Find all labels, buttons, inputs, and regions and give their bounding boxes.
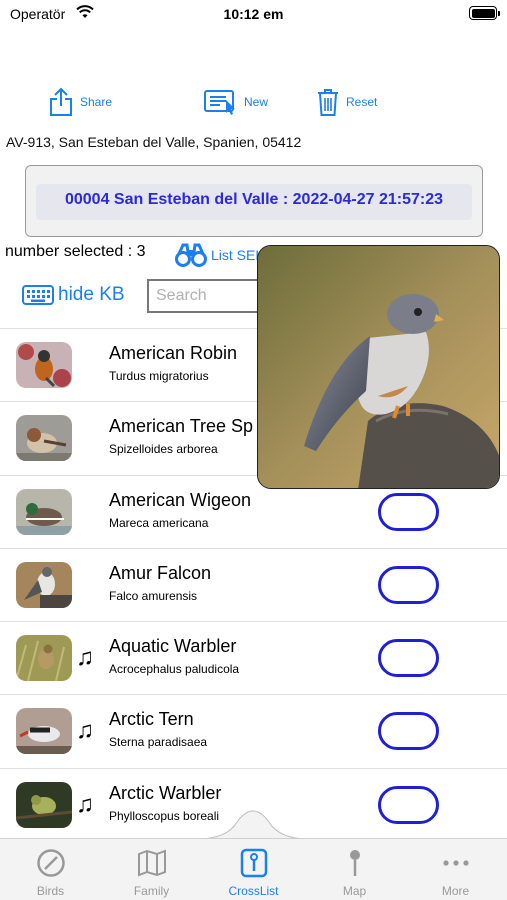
battery-icon — [469, 6, 500, 20]
tab-label: More — [441, 884, 470, 898]
scientific-name: Mareca americana — [109, 515, 209, 530]
map-book-icon — [138, 849, 166, 877]
common-name: American Wigeon — [109, 489, 252, 510]
compass-icon — [37, 849, 65, 877]
common-name: Amur Falcon — [109, 562, 212, 583]
scientific-name: Turdus migratorius — [109, 369, 209, 383]
common-name: Arctic Tern — [109, 709, 194, 730]
tab-label: Family — [133, 884, 170, 898]
share-label: Share — [80, 95, 113, 109]
new-button[interactable]: New — [204, 86, 268, 118]
bird-photo-popup[interactable] — [257, 245, 500, 489]
scientific-name: Falco amurensis — [109, 588, 198, 603]
bird-thumbnail — [16, 561, 72, 608]
bird-thumbnail — [16, 635, 72, 682]
hide-keyboard-button[interactable]: hide KB — [22, 284, 125, 306]
list-item[interactable]: ♫ Aquatic Warbler Acrocephalus paludicol… — [0, 621, 507, 694]
list-selected-button[interactable]: List SEL — [175, 243, 263, 267]
tab-label: Map — [342, 884, 367, 898]
select-toggle[interactable] — [378, 712, 439, 751]
sound-icon[interactable]: ♫ — [76, 646, 94, 670]
location-address: AV-913, San Esteban del Valle, Spanien, … — [6, 134, 302, 150]
keyboard-icon — [22, 285, 54, 305]
scientific-name: Spizelloides arborea — [109, 442, 218, 457]
list-selected-label: List SEL — [211, 247, 264, 263]
clock: 10:12 em — [223, 6, 284, 22]
list-item[interactable]: ♫ Arctic Tern Sterna paradisaea — [0, 694, 507, 767]
tab-label: Birds — [36, 884, 65, 898]
select-toggle[interactable] — [378, 785, 439, 824]
bird-thumbnail — [16, 781, 72, 828]
bird-thumbnail — [16, 342, 72, 388]
tab-label: CrossList — [228, 884, 279, 898]
tab-map[interactable]: Map — [304, 838, 405, 900]
crosslist-icon — [240, 848, 268, 878]
tab-more[interactable]: More — [405, 838, 506, 900]
tab-birds[interactable]: Birds — [0, 838, 101, 900]
reset-label: Reset — [346, 95, 378, 109]
share-icon — [50, 87, 72, 116]
list-item[interactable]: Amur Falcon Falco amurensis — [0, 547, 507, 621]
bird-thumbnail — [16, 708, 72, 755]
tab-crosslist[interactable]: CrossList — [203, 838, 304, 900]
pin-icon — [350, 850, 360, 876]
common-name: Aquatic Warbler — [109, 636, 237, 657]
sound-icon[interactable]: ♫ — [76, 719, 94, 743]
select-toggle[interactable] — [378, 639, 439, 678]
session-title: 00004 San Esteban del Valle : 2022-04-27… — [64, 191, 443, 208]
bird-thumbnail — [16, 415, 72, 462]
selected-count: number selected : 3 — [5, 243, 146, 260]
select-toggle[interactable] — [378, 492, 439, 531]
session-header[interactable]: 00004 San Esteban del Valle : 2022-04-27… — [25, 165, 483, 237]
new-note-icon — [204, 90, 235, 115]
common-name: American Robin — [109, 343, 238, 363]
reset-button[interactable]: Reset — [316, 86, 377, 118]
select-toggle[interactable] — [378, 565, 439, 604]
tab-family[interactable]: Family — [101, 838, 202, 900]
bird-thumbnail — [16, 488, 72, 535]
scientific-name: Acrocephalus paludicola — [109, 662, 240, 677]
hide-keyboard-label: hide KB — [58, 284, 125, 305]
share-button[interactable]: Share — [48, 86, 112, 118]
more-icon — [443, 860, 469, 866]
sound-icon[interactable]: ♫ — [76, 792, 94, 817]
common-name: American Tree Sp — [109, 416, 254, 437]
new-label: New — [244, 95, 269, 109]
trash-icon — [318, 89, 338, 116]
status-bar: Operatör 10:12 em — [0, 0, 507, 30]
binoculars-icon — [175, 243, 207, 267]
common-name: Arctic Warbler — [109, 782, 222, 803]
scientific-name: Sterna paradisaea — [109, 735, 208, 750]
